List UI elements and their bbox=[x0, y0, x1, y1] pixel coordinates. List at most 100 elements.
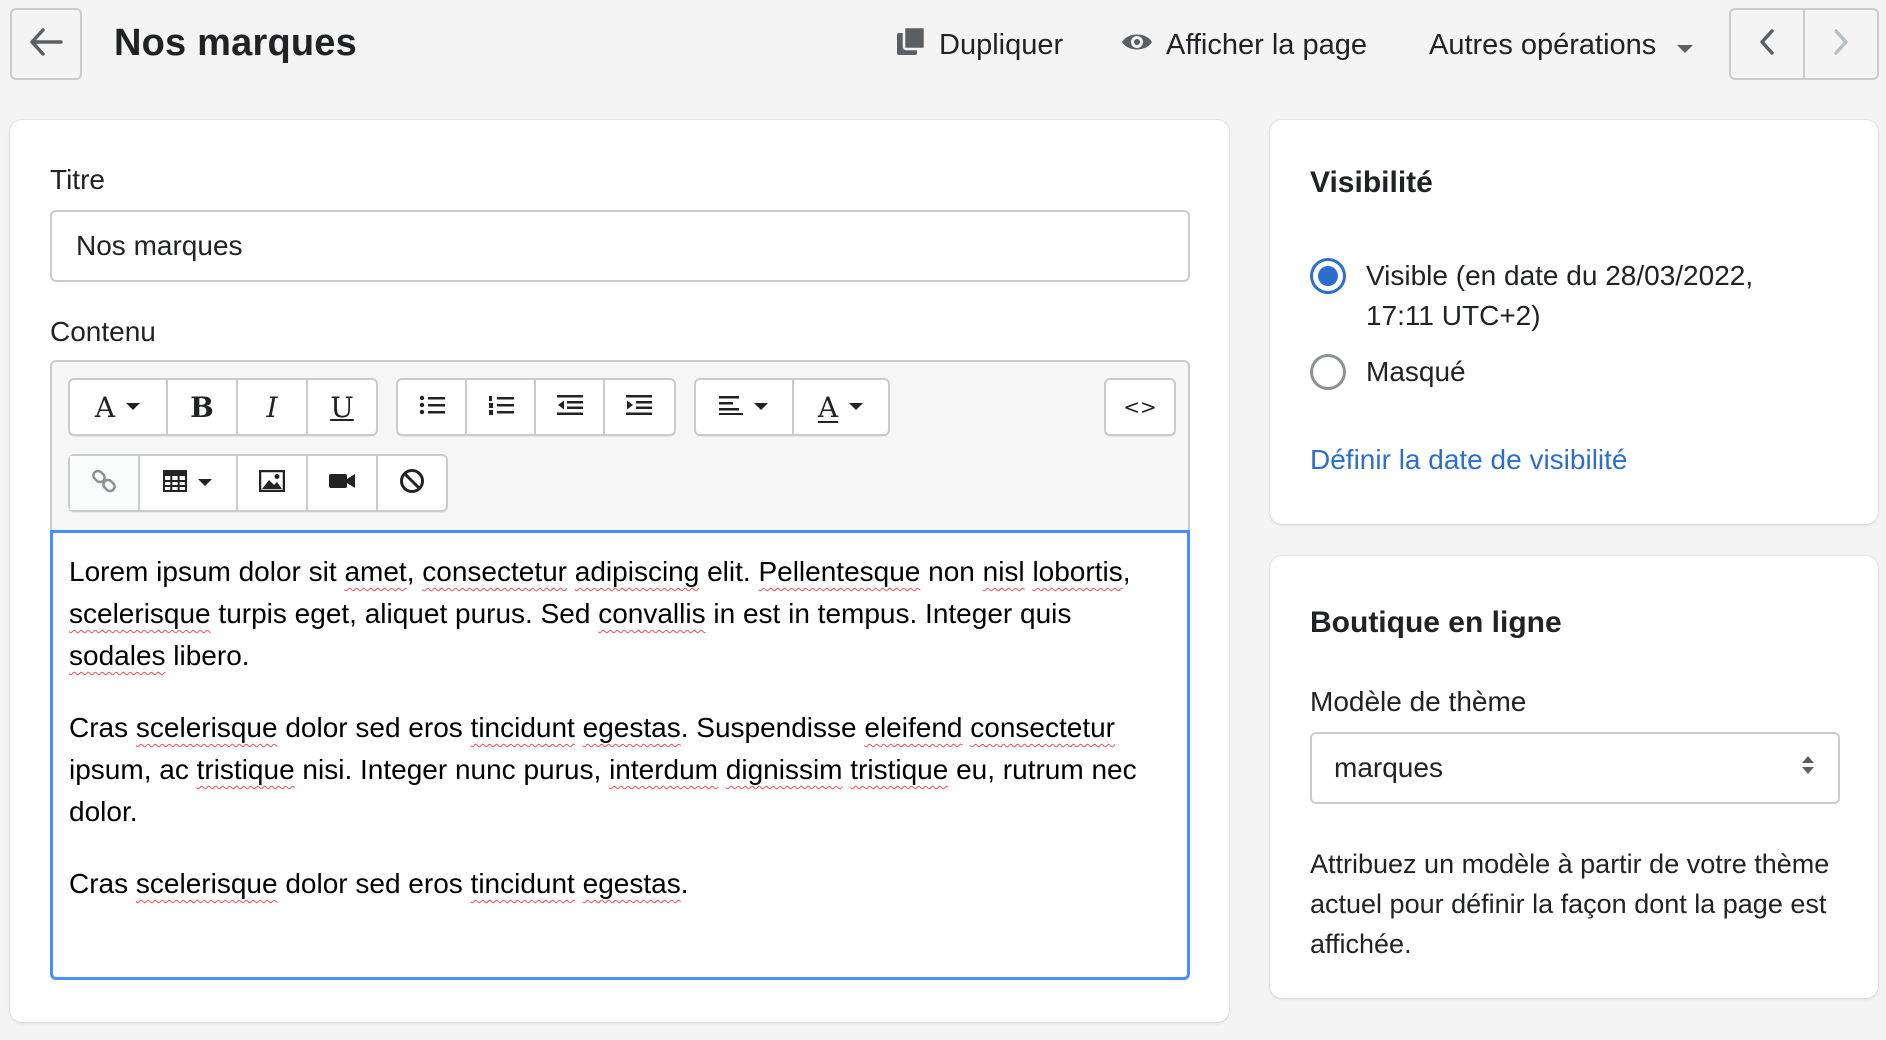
online-store-title: Boutique en ligne bbox=[1310, 606, 1562, 639]
indent-icon bbox=[626, 394, 653, 421]
misspelled-word: tristique bbox=[196, 754, 295, 785]
view-page-label: Afficher la page bbox=[1166, 28, 1367, 61]
text-run: Lorem ipsum dolor sit bbox=[69, 556, 345, 587]
theme-template-select[interactable]: marques bbox=[1310, 732, 1840, 804]
insert-table-dropdown[interactable] bbox=[140, 456, 238, 510]
italic-button[interactable]: I bbox=[238, 380, 308, 434]
view-page-button[interactable]: Afficher la page bbox=[1120, 24, 1367, 66]
set-visibility-date-link[interactable]: Définir la date de visibilité bbox=[1310, 444, 1628, 476]
align-dropdown[interactable] bbox=[696, 380, 794, 434]
text-run: non bbox=[920, 556, 983, 587]
misspelled-word: scelerisque bbox=[135, 712, 278, 743]
pagination bbox=[1729, 8, 1879, 80]
insert-group bbox=[68, 454, 448, 512]
visible-option[interactable]: Visible (en date du 28/03/2022, 17:11 UT… bbox=[1310, 256, 1753, 336]
html-toggle-button[interactable]: <> bbox=[1106, 380, 1174, 434]
theme-template-value: marques bbox=[1334, 752, 1443, 783]
image-icon bbox=[258, 469, 286, 497]
text-color-dropdown[interactable]: A bbox=[794, 380, 888, 434]
misspelled-word: sodales bbox=[69, 640, 166, 671]
underline-button[interactable]: U bbox=[308, 380, 376, 434]
font-style-dropdown[interactable]: A bbox=[70, 380, 168, 434]
html-toggle-group: <> bbox=[1104, 378, 1176, 436]
bullet-list-button[interactable] bbox=[398, 380, 467, 434]
text-run bbox=[575, 868, 583, 899]
text-run: elit. bbox=[699, 556, 759, 587]
chevron-right-icon bbox=[1833, 28, 1849, 60]
text-run: , bbox=[406, 556, 423, 587]
misspelled-word: scelerisque bbox=[69, 598, 211, 629]
title-input[interactable]: Nos marques bbox=[50, 210, 1190, 282]
page-header: Nos marques Dupliquer Afficher la page A… bbox=[0, 0, 1886, 96]
arrow-left-icon bbox=[29, 27, 63, 61]
duplicate-button[interactable]: Dupliquer bbox=[895, 24, 1063, 66]
content-paragraph: Cras scelerisque dolor sed eros tincidun… bbox=[69, 863, 1171, 905]
misspelled-word: interdum bbox=[609, 754, 718, 785]
align-left-icon bbox=[719, 395, 743, 420]
hidden-option-label: Masqué bbox=[1366, 356, 1466, 387]
visibility-title: Visibilité bbox=[1310, 166, 1433, 199]
misspelled-word: scelerisque bbox=[135, 868, 278, 899]
misspelled-word: tristique bbox=[850, 754, 949, 785]
text-run: . bbox=[680, 868, 689, 899]
text-run: dolor sed eros bbox=[277, 712, 471, 743]
caret-down-icon bbox=[753, 398, 769, 416]
misspelled-word: lobortis bbox=[1032, 556, 1123, 587]
select-arrows-icon bbox=[1800, 752, 1816, 784]
outdent-icon bbox=[556, 394, 583, 421]
editor-content[interactable]: Lorem ipsum dolor sit amet, consectetur … bbox=[50, 530, 1190, 980]
indent-button[interactable] bbox=[605, 380, 674, 434]
misspelled-word: egestas bbox=[582, 712, 681, 743]
visible-option-label-line1: Visible (en date du 28/03/2022, bbox=[1366, 260, 1754, 291]
radio-selected-icon[interactable] bbox=[1310, 258, 1346, 294]
visible-option-label-line2: 17:11 UTC+2) bbox=[1366, 300, 1541, 331]
misspelled-word: Pellentesque bbox=[758, 556, 921, 587]
misspelled-word: consectetur bbox=[970, 712, 1115, 743]
clear-formatting-button[interactable] bbox=[378, 456, 446, 510]
previous-page-button[interactable] bbox=[1731, 10, 1805, 78]
italic-label: I bbox=[266, 390, 278, 424]
misspelled-word: tincidunt bbox=[470, 712, 575, 743]
misspelled-word: nisl bbox=[982, 556, 1025, 587]
bold-label: B bbox=[190, 390, 214, 424]
bullet-list-icon bbox=[419, 394, 445, 421]
clear-formatting-icon bbox=[399, 468, 425, 499]
insert-image-button[interactable] bbox=[238, 456, 308, 510]
bold-button[interactable]: B bbox=[168, 380, 238, 434]
text-run: nisi. Integer nunc purus, bbox=[294, 754, 610, 785]
text-style-group: A B I U bbox=[68, 378, 378, 436]
next-page-button[interactable] bbox=[1805, 10, 1877, 78]
text-run: Cras bbox=[69, 868, 136, 899]
page-content-card: Titre Nos marques Contenu A B I U A <> L… bbox=[10, 120, 1229, 1022]
misspelled-word: amet bbox=[344, 556, 407, 587]
page-title: Nos marques bbox=[114, 22, 357, 64]
text-run: ipsum, ac bbox=[69, 754, 197, 785]
more-actions-label: Autres opérations bbox=[1429, 28, 1657, 61]
misspelled-word: convallis bbox=[598, 598, 706, 629]
duplicate-label: Dupliquer bbox=[939, 28, 1064, 61]
numbered-list-icon bbox=[488, 394, 514, 421]
numbered-list-button[interactable] bbox=[467, 380, 536, 434]
text-run: , bbox=[1122, 556, 1131, 587]
duplicate-icon bbox=[895, 25, 927, 65]
content-paragraph: Cras scelerisque dolor sed eros tincidun… bbox=[69, 707, 1171, 833]
list-indent-group bbox=[396, 378, 676, 436]
more-actions-button[interactable]: Autres opérations bbox=[1429, 24, 1694, 66]
link-icon bbox=[91, 468, 117, 499]
insert-video-button[interactable] bbox=[308, 456, 378, 510]
video-camera-icon bbox=[328, 471, 356, 496]
hidden-option[interactable]: Masqué bbox=[1310, 352, 1466, 392]
misspelled-word: dignissim bbox=[725, 754, 843, 785]
insert-link-button[interactable] bbox=[70, 456, 140, 510]
theme-template-label: Modèle de thème bbox=[1310, 686, 1527, 717]
editor-toolbar: A B I U A <> bbox=[50, 360, 1190, 530]
text-run: libero. bbox=[165, 640, 250, 671]
radio-unselected-icon[interactable] bbox=[1310, 354, 1346, 390]
caret-down-icon bbox=[197, 474, 213, 492]
text-run: . Suspendisse bbox=[680, 712, 865, 743]
title-input-value: Nos marques bbox=[76, 230, 243, 261]
outdent-button[interactable] bbox=[536, 380, 605, 434]
text-run bbox=[718, 754, 726, 785]
back-button[interactable] bbox=[10, 8, 82, 80]
text-run bbox=[567, 556, 575, 587]
